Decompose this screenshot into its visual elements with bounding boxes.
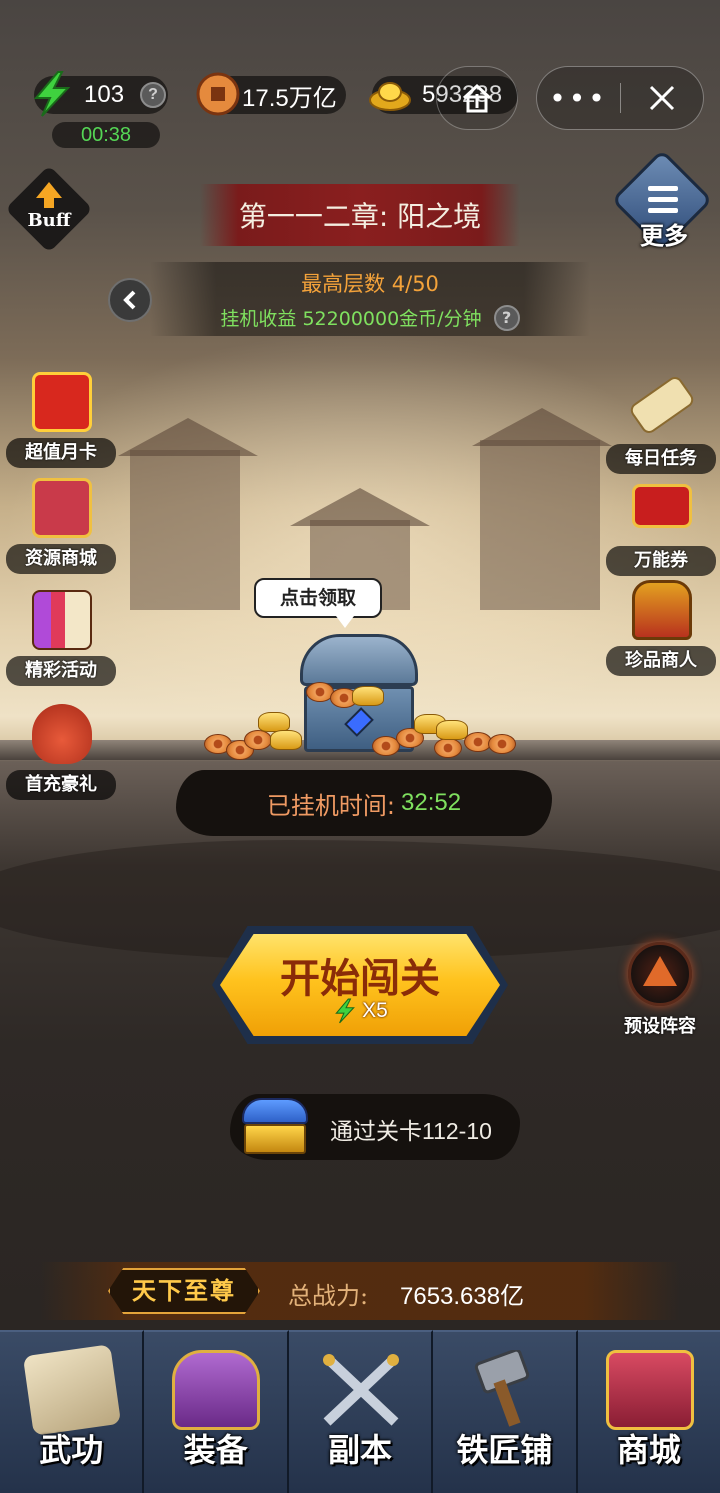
treasure-chest-icon (632, 580, 692, 640)
gift-box-icon (32, 478, 92, 538)
energy-cost-value: X5 (362, 999, 388, 1022)
crossed-swords-icon (322, 1354, 399, 1426)
nav-tab-dungeon[interactable]: 副本 (288, 1330, 434, 1493)
nav-tab-blacksmith-label: 铁匠铺 (456, 1431, 553, 1469)
arrow-up-icon (36, 181, 62, 198)
nav-tab-equipment[interactable]: 装备 (144, 1330, 289, 1493)
menu-daily-tasks-label: 每日任务 (606, 444, 716, 474)
afk-income-text: 挂机收益 52200000金币/分钟 (220, 308, 482, 330)
miniprogram-capsule: ••• (536, 66, 704, 130)
power-label: 总战力: (288, 1282, 369, 1310)
nav-tab-shop[interactable]: 商城 (577, 1330, 720, 1493)
afk-time-label: 已挂机时间: (266, 791, 396, 820)
back-button[interactable] (108, 278, 152, 322)
lightning-icon (33, 71, 71, 117)
month-card-icon (32, 372, 92, 432)
menu-treasure-merchant-label: 珍品商人 (606, 646, 716, 676)
stage-reward-row[interactable]: 通过关卡112-10 (230, 1094, 520, 1160)
more-menu-label: 更多 (640, 221, 688, 250)
stage-reward-text: 通过关卡112-10 (330, 1118, 492, 1144)
energy-timer: 00:38 (52, 122, 160, 148)
triangle-emblem-icon (643, 956, 677, 986)
nav-tab-martial[interactable]: 武功 (0, 1330, 145, 1493)
menu-resource-shop-label: 资源商城 (6, 544, 116, 574)
chapter-title: 第一一二章: 阳之境 (200, 184, 520, 246)
energy-cost: X5 (212, 996, 508, 1026)
power-value: 7653.638亿 (400, 1283, 525, 1310)
claim-bubble[interactable]: 点击领取 (254, 578, 382, 628)
armor-icon (172, 1350, 261, 1430)
preset-formation-label: 预设阵容 (624, 1016, 696, 1037)
menu-first-recharge[interactable]: 首充豪礼 (6, 704, 116, 800)
afk-income-row: 挂机收益 52200000金币/分钟 ? (150, 304, 590, 331)
menu-voucher-label: 万能券 (606, 546, 716, 576)
menu-month-card[interactable]: 超值月卡 (6, 372, 116, 468)
home-button[interactable] (436, 66, 518, 130)
menu-resource-shop[interactable]: 资源商城 (6, 478, 116, 574)
menu-treasure-merchant[interactable]: 珍品商人 (606, 580, 716, 676)
more-dots-icon[interactable]: ••• (537, 66, 620, 130)
copper-coin-icon (196, 72, 240, 116)
more-menu-button[interactable]: 更多 (611, 149, 713, 254)
lightning-icon (335, 998, 356, 1024)
floor-info-panel: 最高层数 4/50 挂机收益 52200000金币/分钟 ? (150, 262, 590, 336)
energy-value: 103 (84, 81, 125, 108)
menu-list-icon (648, 186, 678, 219)
afk-time-band: 已挂机时间: 32:52 (176, 770, 552, 836)
martial-scroll-icon (22, 1344, 122, 1436)
energy-help-icon[interactable]: ? (140, 82, 167, 108)
buff-label: Buff (27, 209, 71, 231)
menu-voucher[interactable]: 万能券 (606, 480, 716, 576)
menu-month-card-label: 超值月卡 (6, 438, 116, 468)
nav-tab-martial-label: 武功 (39, 1431, 104, 1469)
bottom-nav: 武功 装备 副本 铁匠铺 商城 (0, 1330, 720, 1493)
afk-time-value: 32:52 (401, 789, 462, 816)
preset-formation-button[interactable]: 预设阵容 (612, 940, 708, 1040)
gold-ingot-icon (369, 82, 411, 111)
voucher-icon (632, 484, 692, 528)
energy-counter[interactable]: 103 ? (33, 71, 168, 117)
chevron-left-icon (123, 290, 136, 310)
nav-tab-equipment-label: 装备 (183, 1431, 248, 1469)
rank-title-badge[interactable]: 天下至尊 (108, 1268, 260, 1314)
menu-first-recharge-label: 首充豪礼 (6, 770, 116, 800)
nav-tab-blacksmith[interactable]: 铁匠铺 (433, 1330, 578, 1493)
income-help-icon[interactable]: ? (493, 304, 520, 331)
home-icon (462, 83, 492, 113)
menu-daily-tasks[interactable]: 每日任务 (606, 373, 716, 474)
close-button[interactable] (621, 66, 703, 130)
best-floor: 最高层数 4/50 (301, 272, 439, 296)
copper-counter[interactable]: 17.5万亿 (196, 72, 346, 116)
gift-shop-icon (605, 1350, 694, 1430)
start-challenge-button[interactable]: 开始闯关 X5 (212, 926, 508, 1044)
buff-button[interactable]: Buff (5, 165, 93, 253)
money-bag-icon (32, 704, 92, 764)
nav-tab-dungeon-label: 副本 (328, 1431, 393, 1469)
books-icon (32, 590, 92, 650)
menu-events-label: 精彩活动 (6, 656, 116, 686)
close-icon (649, 85, 675, 111)
menu-events[interactable]: 精彩活动 (6, 590, 116, 686)
copper-value: 17.5万亿 (242, 84, 337, 112)
reward-chest-icon (238, 1096, 312, 1158)
nav-tab-shop-label: 商城 (616, 1431, 681, 1469)
hammer-icon (475, 1350, 530, 1427)
scroll-icon (627, 373, 697, 437)
